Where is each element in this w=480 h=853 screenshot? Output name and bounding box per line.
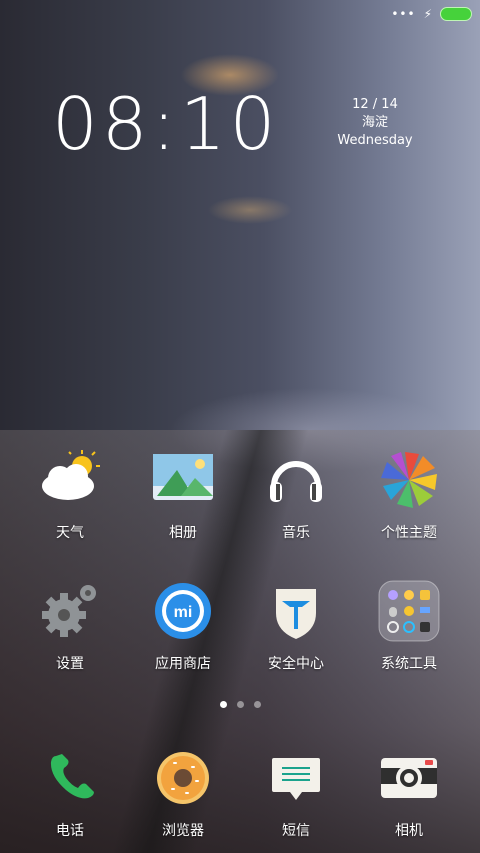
app-label: 相机: [395, 823, 423, 839]
date-widget[interactable]: 12 / 14 海淀 Wednesday: [335, 96, 415, 150]
app-weather[interactable]: 天气: [15, 448, 125, 542]
location-text: 海淀: [361, 115, 388, 130]
app-phone[interactable]: 电话: [15, 746, 125, 840]
app-label: 相册: [169, 525, 197, 541]
clock-time[interactable]: 08:10: [52, 82, 280, 166]
page-dot-3[interactable]: [253, 701, 261, 708]
app-label: 系统工具: [381, 656, 437, 672]
app-camera[interactable]: 相机: [354, 746, 464, 840]
app-label: 音乐: [282, 525, 310, 541]
status-bar: ••• ⚡: [391, 6, 472, 22]
app-tools-folder[interactable]: 系统工具: [354, 579, 464, 673]
notification-dots: •••: [391, 7, 416, 21]
page-indicator[interactable]: [0, 701, 480, 708]
camera-icon: [377, 746, 441, 810]
weather-icon: [38, 448, 102, 512]
app-label: 电话: [56, 823, 84, 839]
app-mi-store[interactable]: mi 应用商店: [128, 579, 238, 673]
browser-donut-icon: [151, 746, 215, 810]
phone-icon: [38, 746, 102, 810]
app-label: 个性主题: [381, 525, 437, 541]
page-dot-2[interactable]: [236, 701, 244, 708]
app-music[interactable]: 音乐: [241, 448, 351, 542]
security-shield-icon: [264, 579, 328, 643]
gallery-icon: [151, 448, 215, 512]
app-label: 浏览器: [162, 823, 204, 839]
app-security-center[interactable]: 安全中心: [241, 579, 351, 673]
tools-folder-icon: [377, 579, 441, 643]
messages-icon: [264, 746, 328, 810]
weekday-text: Wednesday: [337, 133, 413, 148]
app-settings[interactable]: 设置: [15, 579, 125, 673]
svg-text:mi: mi: [174, 604, 193, 621]
app-label: 天气: [56, 525, 84, 541]
mi-store-icon: mi: [151, 579, 215, 643]
app-gallery[interactable]: 相册: [128, 448, 238, 542]
app-label: 设置: [56, 656, 84, 672]
battery-icon: [440, 7, 472, 21]
app-messages[interactable]: 短信: [241, 746, 351, 840]
app-themes[interactable]: 个性主题: [354, 448, 464, 542]
lightning-icon: ⚡: [423, 7, 432, 21]
app-label: 应用商店: [155, 656, 211, 672]
app-label: 安全中心: [268, 656, 324, 672]
date-text: 12 / 14: [352, 97, 398, 112]
themes-icon: [377, 448, 441, 512]
page-dot-1[interactable]: [219, 701, 227, 708]
settings-gear-icon: [38, 579, 102, 643]
music-headphones-icon: [264, 448, 328, 512]
app-browser[interactable]: 浏览器: [128, 746, 238, 840]
app-label: 短信: [282, 823, 310, 839]
